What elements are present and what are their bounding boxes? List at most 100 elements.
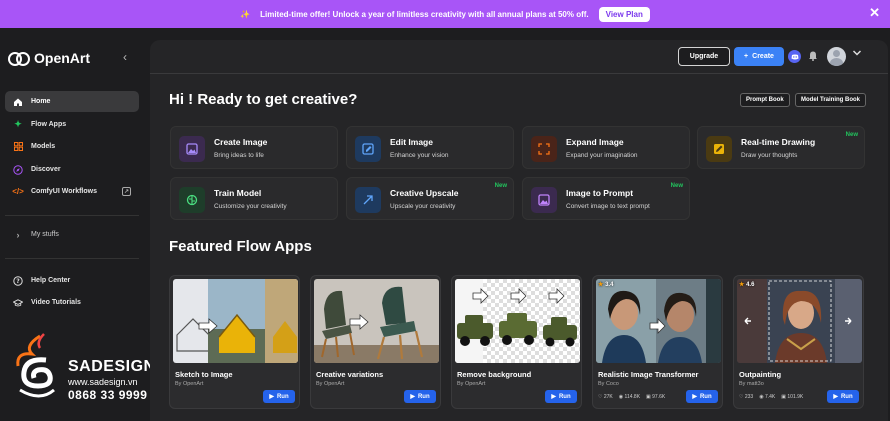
sidebar-item-label: Help Center	[31, 277, 71, 284]
section-title-featured-flow-apps: Featured Flow Apps	[169, 238, 312, 255]
run-button[interactable]: ▶ Run	[263, 390, 295, 403]
chevron-down-icon[interactable]	[852, 49, 862, 60]
app-title: Sketch to Image	[175, 370, 233, 379]
close-icon[interactable]: ✕	[869, 6, 880, 19]
svg-text:?: ?	[16, 278, 20, 285]
run-label: Run	[417, 393, 430, 400]
collapse-sidebar-icon[interactable]: ‹	[123, 50, 127, 64]
openart-logo-icon	[8, 52, 30, 66]
run-label: Run	[276, 393, 289, 400]
tool-real-time-drawing[interactable]: Real-time Drawing Draw your thoughts New	[697, 126, 865, 169]
new-badge: New	[494, 183, 507, 189]
sidebar-item-label: ComfyUI Workflows	[31, 188, 97, 195]
models-icon	[13, 142, 23, 152]
upgrade-button[interactable]: Upgrade	[678, 47, 730, 66]
watermark-brand: SADESIGN	[68, 358, 156, 375]
sidebar-item-flow-apps[interactable]: ✦ Flow Apps	[5, 114, 139, 135]
rating-badge: ★ 4.6	[739, 281, 754, 288]
tool-title: Creative Upscale	[390, 188, 459, 198]
tool-subtitle: Enhance your vision	[390, 152, 449, 159]
rating-value: 3.4	[605, 282, 614, 288]
eye-icon: ◉	[759, 394, 764, 400]
sidebar-item-my-stuffs[interactable]: › My stuffs	[5, 224, 139, 245]
app-author: By OpenArt	[457, 381, 486, 387]
image-to-prompt-icon	[531, 187, 557, 213]
new-badge: New	[845, 132, 858, 138]
sidebar-divider	[5, 215, 139, 216]
graduation-cap-icon	[13, 298, 23, 308]
tool-image-to-prompt[interactable]: Image to Prompt Convert image to text pr…	[522, 177, 690, 220]
rating-badge: ★ 3.4	[598, 281, 613, 288]
sidebar-item-label: Video Tutorials	[31, 299, 81, 306]
brand-logo[interactable]: OpenArt	[8, 50, 90, 66]
sidebar-item-label: Flow Apps	[31, 121, 67, 128]
star-icon: ★	[598, 282, 604, 288]
tool-edit-image[interactable]: Edit Image Enhance your vision	[346, 126, 514, 169]
tool-title: Create Image	[214, 137, 268, 147]
likes-stat: ♡ 27K	[598, 394, 613, 400]
sidebar-item-comfyui-workflows[interactable]: </> ComfyUI Workflows ↗	[5, 181, 139, 202]
runs-icon: ▣	[646, 394, 651, 400]
sidebar-item-label: Models	[31, 143, 56, 150]
tool-train-model[interactable]: Train Model Customize your creativity	[170, 177, 338, 220]
run-label: Run	[699, 393, 712, 400]
play-icon: ▶	[410, 394, 415, 400]
app-title: Outpainting	[739, 370, 782, 379]
upscale-arrow-icon	[355, 187, 381, 213]
runs-icon: ▣	[781, 394, 787, 400]
play-icon: ▶	[551, 394, 556, 400]
view-plan-button[interactable]: View Plan	[598, 6, 650, 22]
run-label: Run	[558, 393, 571, 400]
prompt-book-button[interactable]: Prompt Book	[740, 93, 790, 107]
home-icon	[13, 97, 23, 107]
heart-icon: ♡	[739, 394, 744, 400]
views-stat: ◉ 114.8K	[618, 394, 641, 400]
avatar[interactable]	[827, 47, 846, 66]
tool-title: Image to Prompt	[566, 188, 634, 198]
tool-subtitle: Customize your creativity	[214, 203, 287, 210]
app-card-realistic-image-transformer[interactable]: ★ 3.4 Realistic Image Transformer By Coc…	[592, 275, 723, 409]
discord-icon[interactable]	[788, 50, 801, 63]
app-thumbnail	[314, 279, 439, 363]
play-icon: ▶	[833, 394, 838, 400]
app-stats: ♡ 27K ◉ 114.8K ▣ 97.6K	[598, 394, 665, 400]
drawing-icon	[706, 136, 732, 162]
app-card-sketch-to-image[interactable]: Sketch to Image By OpenArt ▶ Run	[169, 275, 300, 409]
flow-apps-icon: ✦	[14, 119, 22, 129]
sidebar-item-models[interactable]: Models	[5, 136, 139, 157]
app-author: By OpenArt	[175, 381, 204, 387]
run-button[interactable]: ▶ Run	[545, 390, 577, 403]
app-title: Realistic Image Transformer	[598, 370, 699, 379]
watermark-phone: 0868 33 9999	[68, 388, 148, 402]
app-thumbnail	[737, 279, 862, 363]
create-label: Create	[752, 53, 774, 60]
tool-creative-upscale[interactable]: Creative Upscale Upscale your creativity…	[346, 177, 514, 220]
sidebar-item-help-center[interactable]: ? Help Center	[5, 270, 139, 291]
bell-icon[interactable]	[808, 50, 818, 64]
sidebar-item-home[interactable]: Home	[5, 91, 139, 112]
top-bar: Upgrade + Create	[150, 40, 888, 74]
heart-icon: ♡	[598, 394, 603, 400]
tool-create-image[interactable]: Create Image Bring ideas to life	[170, 126, 338, 169]
app-card-remove-background[interactable]: Remove background By OpenArt ▶ Run	[451, 275, 582, 409]
external-link-icon: ↗	[122, 187, 131, 196]
app-stats: ♡ 233 ◉ 7.4K ▣ 101.9K	[739, 394, 803, 400]
tool-expand-image[interactable]: Expand Image Expand your imagination	[522, 126, 690, 169]
app-card-outpainting[interactable]: ★ 4.6 Outpainting By matt3o ♡ 233 ◉ 7.4K…	[733, 275, 864, 409]
sidebar-item-video-tutorials[interactable]: Video Tutorials	[5, 292, 139, 313]
runs-stat: ▣ 97.6K	[646, 394, 666, 400]
run-button[interactable]: ▶ Run	[404, 390, 436, 403]
run-button[interactable]: ▶ Run	[686, 390, 718, 403]
tool-title: Expand Image	[566, 137, 624, 147]
run-button[interactable]: ▶ Run	[827, 390, 859, 403]
tool-subtitle: Upscale your creativity	[390, 203, 456, 210]
sidebar-item-discover[interactable]: Discover	[5, 159, 139, 180]
create-button[interactable]: + Create	[734, 47, 784, 66]
app-card-creative-variations[interactable]: Creative variations By OpenArt ▶ Run	[310, 275, 441, 409]
sparkle-icon: ✨	[240, 9, 251, 19]
help-icon: ?	[13, 275, 23, 286]
model-training-book-button[interactable]: Model Training Book	[795, 93, 867, 107]
chevron-right-icon: ›	[16, 229, 20, 240]
sidebar-item-label: Discover	[31, 166, 61, 173]
runs-stat: ▣ 101.9K	[781, 394, 804, 400]
